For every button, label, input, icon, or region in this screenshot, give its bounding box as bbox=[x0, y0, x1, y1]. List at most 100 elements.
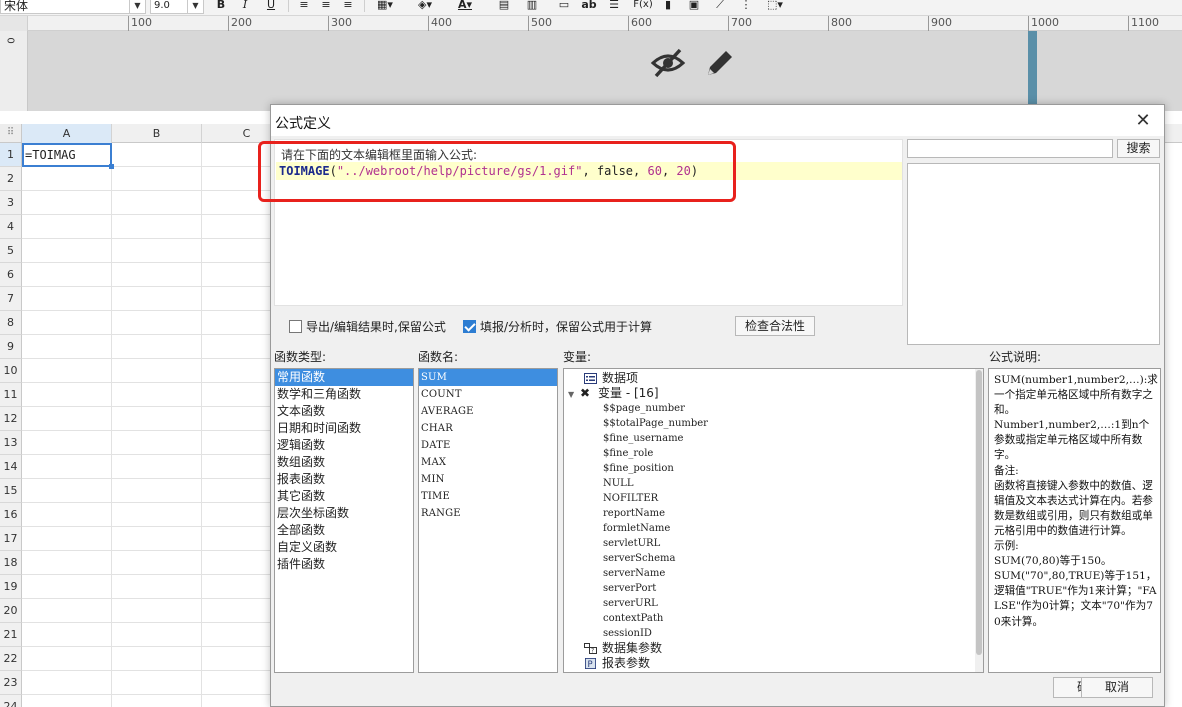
fn-name-item[interactable]: DATE bbox=[419, 437, 557, 454]
italic-button[interactable]: I bbox=[238, 0, 252, 13]
cell-a1[interactable]: =TOIMAG bbox=[22, 143, 112, 167]
chevron-down-icon[interactable]: ▼ bbox=[187, 0, 203, 13]
fn-name-item[interactable]: MAX bbox=[419, 454, 557, 471]
fill-color-icon[interactable]: ◈▾ bbox=[412, 0, 438, 13]
fn-type-item[interactable]: 数学和三角函数 bbox=[275, 386, 413, 403]
row-header[interactable]: 18 bbox=[0, 551, 22, 575]
row-header[interactable]: 19 bbox=[0, 575, 22, 599]
search-button[interactable]: 搜索 bbox=[1117, 139, 1160, 158]
search-input[interactable] bbox=[907, 139, 1113, 158]
tree-item-variable[interactable]: servletURL bbox=[564, 536, 974, 551]
row-header[interactable]: 12 bbox=[0, 407, 22, 431]
tree-item-variable[interactable]: $fine_username bbox=[564, 431, 974, 446]
tree-item-variable[interactable]: formletName bbox=[564, 521, 974, 536]
frame-icon[interactable]: ⬚▾ bbox=[764, 0, 786, 13]
tree-item-variables[interactable]: ▼ ✖ 变量 - [16] bbox=[564, 386, 974, 401]
tree-item-variable[interactable]: serverURL bbox=[564, 596, 974, 611]
fn-type-item[interactable]: 自定义函数 bbox=[275, 539, 413, 556]
variables-tree[interactable]: 数据项 ▼ ✖ 变量 - [16] $$page_number $$totalPage… bbox=[563, 368, 984, 673]
select-all-corner[interactable]: ⠿ bbox=[0, 124, 22, 143]
bold-button[interactable]: B bbox=[214, 0, 228, 13]
row-header[interactable]: 4 bbox=[0, 215, 22, 239]
row-header[interactable]: 10 bbox=[0, 359, 22, 383]
row-header[interactable]: 21 bbox=[0, 623, 22, 647]
fn-name-list[interactable]: SUM COUNT AVERAGE CHAR DATE MAX MIN TIME RANGE bbox=[418, 368, 558, 673]
row-header[interactable]: 14 bbox=[0, 455, 22, 479]
tree-item-variable[interactable]: serverName bbox=[564, 566, 974, 581]
fn-name-item[interactable]: TIME bbox=[419, 488, 557, 505]
tree-item-variable[interactable]: $fine_position bbox=[564, 461, 974, 476]
fn-name-item[interactable]: AVERAGE bbox=[419, 403, 557, 420]
tree-item-report-params[interactable]: P 报表参数 bbox=[564, 656, 974, 671]
column-header-a[interactable]: A bbox=[22, 124, 112, 143]
row-header[interactable]: 15 bbox=[0, 479, 22, 503]
fill-keep-formula-checkbox[interactable]: 填报/分析时，保留公式用于计算 bbox=[463, 318, 652, 335]
close-icon[interactable]: ✕ bbox=[1132, 110, 1154, 132]
font-family-select[interactable]: 宋体 ▼ bbox=[0, 0, 146, 14]
fn-type-item[interactable]: 层次坐标函数 bbox=[275, 505, 413, 522]
column-header-b[interactable]: B bbox=[112, 124, 202, 143]
tree-item-variable[interactable]: serverPort bbox=[564, 581, 974, 596]
tree-item-variable[interactable]: $$totalPage_number bbox=[564, 416, 974, 431]
align-center-icon[interactable]: ≡ bbox=[318, 0, 334, 13]
more-icon[interactable]: ⋮ bbox=[738, 0, 754, 13]
checkbox-checked[interactable] bbox=[463, 320, 476, 333]
chevron-down-icon[interactable]: ▼ bbox=[129, 0, 145, 13]
row-header[interactable]: 9 bbox=[0, 335, 22, 359]
row-header[interactable]: 20 bbox=[0, 599, 22, 623]
fn-name-item[interactable]: RANGE bbox=[419, 505, 557, 522]
slash-icon[interactable]: ⟋ bbox=[712, 0, 728, 13]
fn-name-item[interactable]: MIN bbox=[419, 471, 557, 488]
row-header[interactable]: 2 bbox=[0, 167, 22, 191]
eye-off-icon[interactable] bbox=[650, 45, 686, 81]
chevron-down-icon[interactable]: ▼ bbox=[568, 387, 580, 402]
scrollbar-thumb[interactable] bbox=[976, 370, 982, 655]
row-header[interactable]: 8 bbox=[0, 311, 22, 335]
align-right-icon[interactable]: ≡ bbox=[340, 0, 356, 13]
chart-icon[interactable]: ▮ bbox=[660, 0, 676, 13]
tree-item-data-items[interactable]: 数据项 bbox=[564, 371, 974, 386]
search-results-list[interactable] bbox=[907, 163, 1160, 345]
fn-name-item[interactable]: CHAR bbox=[419, 420, 557, 437]
checkbox-unchecked[interactable] bbox=[289, 320, 302, 333]
fn-type-item[interactable]: 逻辑函数 bbox=[275, 437, 413, 454]
validate-button[interactable]: 检查合法性 bbox=[735, 316, 815, 336]
fn-type-item[interactable]: 其它函数 bbox=[275, 488, 413, 505]
row-header[interactable]: 24 bbox=[0, 695, 22, 707]
fill-handle[interactable] bbox=[109, 164, 114, 169]
formula-button[interactable]: F(x) bbox=[632, 0, 654, 13]
row-header[interactable]: 11 bbox=[0, 383, 22, 407]
fn-type-item[interactable]: 常用函数 bbox=[275, 369, 413, 386]
text-sample-button[interactable]: ab bbox=[580, 0, 598, 13]
row-header[interactable]: 17 bbox=[0, 527, 22, 551]
fn-name-item[interactable]: SUM bbox=[419, 369, 557, 386]
row-header[interactable]: 13 bbox=[0, 431, 22, 455]
row-header[interactable]: 3 bbox=[0, 191, 22, 215]
insert-row-icon[interactable]: ▭ bbox=[556, 0, 572, 13]
tree-item-variable[interactable]: serverSchema bbox=[564, 551, 974, 566]
fn-type-list[interactable]: 常用函数 数学和三角函数 文本函数 日期和时间函数 逻辑函数 数组函数 报表函数 其它函数 层次… bbox=[274, 368, 414, 673]
cancel-button[interactable]: 取消 bbox=[1081, 677, 1153, 698]
tree-item-dataset-params[interactable]: ? 数据集参数 bbox=[564, 641, 974, 656]
paragraph-icon[interactable]: ☰ bbox=[606, 0, 622, 13]
row-header[interactable]: 5 bbox=[0, 239, 22, 263]
fn-type-item[interactable]: 日期和时间函数 bbox=[275, 420, 413, 437]
merge-cells-icon[interactable]: ▤ bbox=[496, 0, 512, 13]
row-header[interactable]: 16 bbox=[0, 503, 22, 527]
row-header[interactable]: 22 bbox=[0, 647, 22, 671]
fn-type-item[interactable]: 数组函数 bbox=[275, 454, 413, 471]
image-icon[interactable]: ▣ bbox=[686, 0, 702, 13]
export-keep-formula-checkbox[interactable]: 导出/编辑结果时,保留公式 bbox=[289, 318, 446, 335]
font-size-select[interactable]: 9.0 ▼ bbox=[150, 0, 204, 14]
tree-item-variable[interactable]: contextPath bbox=[564, 611, 974, 626]
fn-type-item[interactable]: 报表函数 bbox=[275, 471, 413, 488]
fn-type-item[interactable]: 文本函数 bbox=[275, 403, 413, 420]
tree-item-variable[interactable]: $fine_role bbox=[564, 446, 974, 461]
tree-item-variable[interactable]: NOFILTER bbox=[564, 491, 974, 506]
vertical-scrollbar[interactable] bbox=[975, 369, 983, 672]
tree-item-variable[interactable]: $$page_number bbox=[564, 401, 974, 416]
row-header[interactable]: 6 bbox=[0, 263, 22, 287]
row-header[interactable]: 1 bbox=[0, 143, 22, 167]
fn-type-item[interactable]: 插件函数 bbox=[275, 556, 413, 573]
border-icon[interactable]: ▦▾ bbox=[372, 0, 398, 13]
